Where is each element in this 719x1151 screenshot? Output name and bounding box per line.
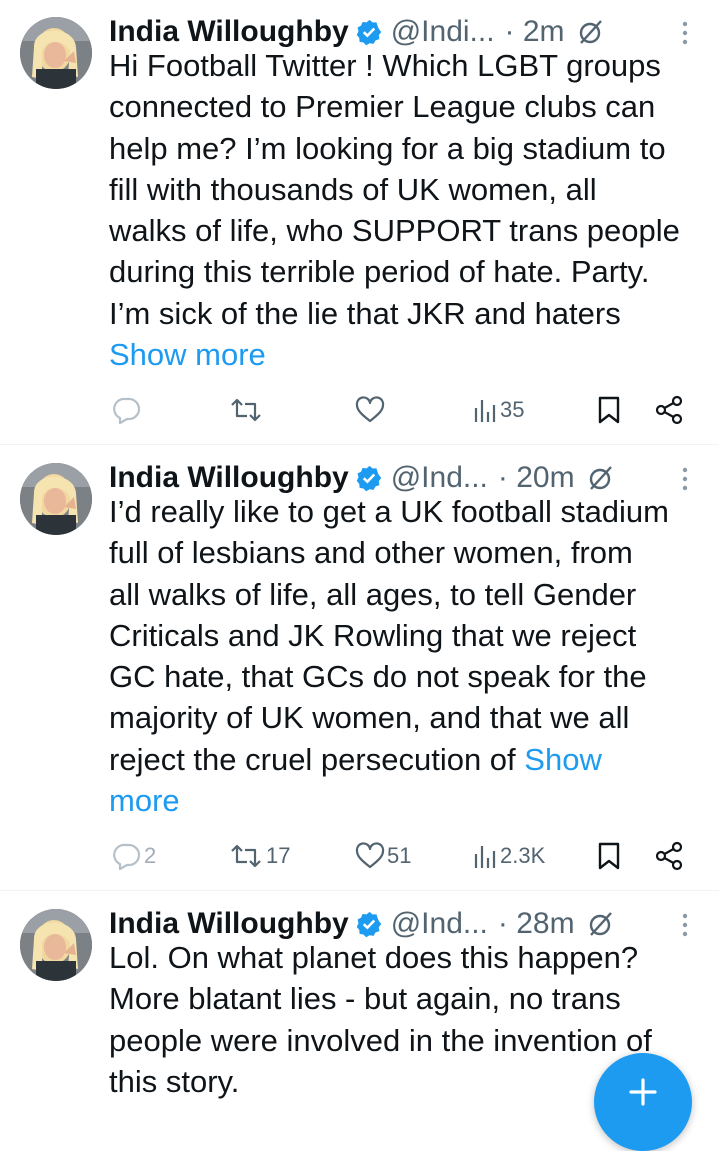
like-button[interactable]: 51 [355, 838, 411, 874]
views-button[interactable]: 35 [472, 392, 524, 428]
more-icon[interactable] [681, 912, 689, 938]
like-icon [355, 396, 385, 423]
show-more-link[interactable]: more [109, 780, 709, 821]
divider [0, 444, 719, 445]
tweet-text-line: I’d really like to get a UK football sta… [109, 494, 669, 529]
tweet-text-line: Criticals and JK Rowling that we reject [109, 617, 637, 653]
tweet-text-line: More blatant lies - but again, no trans [109, 981, 621, 1017]
show-more-link[interactable]: Show more [109, 334, 709, 375]
verified-badge-icon [356, 19, 381, 46]
views-count: 35 [500, 397, 525, 422]
share-icon [655, 395, 683, 425]
author-name[interactable]: India Willoughby [109, 15, 349, 49]
tweet-text-line: majority of UK women, and that we all [109, 700, 630, 736]
bookmark-icon [598, 396, 620, 424]
like-count: 51 [387, 843, 412, 868]
share-button[interactable] [654, 392, 684, 428]
share-icon [655, 841, 683, 871]
divider [0, 890, 719, 891]
show-more-link[interactable]: Show [524, 742, 602, 777]
tweet-text-line: Lol. On what planet does this happen? [109, 940, 639, 975]
mute-icon [579, 20, 602, 44]
tweet-text-line: walks of life, who SUPPORT trans people [109, 213, 680, 249]
tweet-text-line: all walks of life, all ages, to tell Gen… [109, 576, 637, 612]
author-name[interactable]: India Willoughby [109, 907, 349, 941]
tweet-1[interactable]: India Willoughby @Indi... · 2m Hi Footba… [0, 12, 719, 444]
tweet-text-line: connected to Premier League clubs can [109, 89, 656, 125]
retweet-button[interactable] [228, 392, 266, 428]
timestamp[interactable]: · 2m [505, 15, 565, 49]
author-handle[interactable]: @Indi... [391, 15, 495, 49]
reply-count: 2 [144, 843, 157, 868]
avatar[interactable] [20, 909, 92, 981]
tweet-text-line: during this terrible period of hate. Par… [109, 254, 650, 290]
compose-icon [629, 1078, 657, 1106]
retweet-icon [231, 844, 261, 868]
views-button[interactable]: 2.3K [472, 838, 545, 874]
avatar[interactable] [20, 17, 92, 89]
views-icon [474, 400, 496, 422]
bookmark-icon [598, 842, 620, 870]
retweet-count: 17 [266, 843, 291, 868]
reply-icon [113, 397, 141, 424]
mute-icon [589, 912, 612, 936]
mute-icon [589, 466, 612, 490]
views-icon [474, 846, 496, 868]
author-handle[interactable]: @Ind... [391, 907, 488, 941]
author-name[interactable]: India Willoughby [109, 461, 349, 495]
bookmark-button[interactable] [596, 838, 622, 874]
tweet-text-line: I’m sick of the lie that JKR and haters [109, 295, 621, 331]
tweet-text: I’d really like to get a UK football sta… [109, 491, 709, 821]
retweet-button[interactable]: 17 [228, 838, 290, 874]
like-button[interactable] [355, 392, 387, 428]
compose-button[interactable] [594, 1053, 692, 1151]
more-icon[interactable] [681, 466, 689, 492]
verified-badge-icon [356, 465, 381, 492]
reply-button[interactable] [110, 392, 144, 428]
author-handle[interactable]: @Ind... [391, 461, 488, 495]
tweet-text-line: full of lesbians and other women, from [109, 535, 633, 571]
timestamp[interactable]: · 28m [498, 907, 575, 941]
tweet-text-line: help me? I’m looking for a big stadium t… [109, 130, 666, 166]
tweet-text-line: people were involved in the invention of [109, 1022, 652, 1058]
tweet-text-fragment: reject the cruel persecution of [109, 741, 525, 777]
retweet-icon [231, 398, 261, 422]
tweet-text-line-with-link: reject the cruel persecution of Show [109, 739, 709, 780]
tweet-actions: 35 [110, 392, 700, 428]
reply-button[interactable]: 2 [110, 838, 156, 874]
views-count: 2.3K [500, 843, 546, 868]
avatar[interactable] [20, 463, 92, 535]
share-button[interactable] [654, 838, 684, 874]
tweet-text-line: GC hate, that GCs do not speak for the [109, 659, 647, 695]
tweet-actions: 2 17 51 2.3K [110, 838, 700, 874]
tweet-text-line: fill with thousands of UK women, all [109, 171, 597, 207]
more-icon[interactable] [681, 20, 689, 46]
bookmark-button[interactable] [596, 392, 622, 428]
timestamp[interactable]: · 20m [498, 461, 575, 495]
reply-icon [113, 843, 141, 870]
tweet-text-line: Hi Football Twitter ! Which LGBT groups [109, 48, 661, 83]
verified-badge-icon [356, 911, 381, 938]
like-icon [355, 842, 385, 869]
tweet-text: Hi Football Twitter ! Which LGBT groups … [109, 45, 709, 375]
tweet-2[interactable]: India Willoughby @Ind... · 20m I’d reall… [0, 458, 719, 888]
